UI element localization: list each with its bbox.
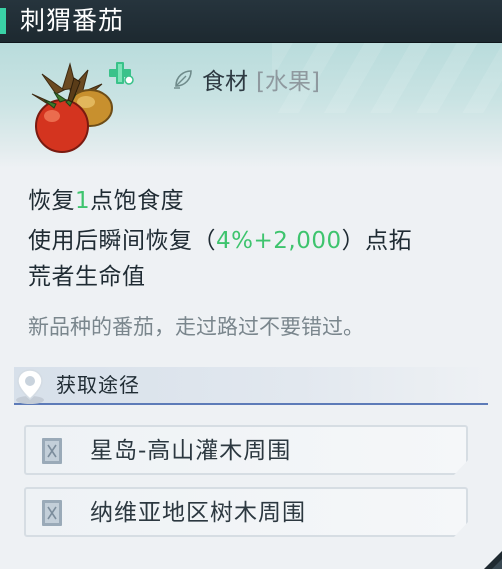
- source-location-1[interactable]: 星岛-高山灌木周围: [24, 425, 468, 475]
- flavor-text: 新品种的番茄，走过路过不要错过。: [28, 315, 364, 339]
- corner-decoration: [484, 551, 502, 569]
- effect-line-1: 恢复1点饱食度: [28, 184, 184, 218]
- source-bar-tail: [480, 403, 488, 405]
- effect-line-3: 荒者生命值: [28, 264, 146, 290]
- effect-1-suffix: 点饱食度: [90, 188, 185, 214]
- plus-icon: [109, 62, 134, 85]
- subcategory-label: [水果]: [256, 69, 320, 95]
- source-title: 获取途径: [56, 373, 140, 397]
- map-scroll-icon: [40, 498, 64, 528]
- category-label: 食材: [202, 69, 248, 95]
- title-bar: 刺猬番茄: [0, 0, 502, 43]
- effect-1-value: 1: [75, 188, 91, 214]
- location-pin-icon: [16, 369, 44, 404]
- item-name: 刺猬番茄: [20, 6, 125, 35]
- effect-2-suffix: ）点拓: [341, 228, 413, 254]
- source-location-2[interactable]: 纳维亚地区树木周围: [24, 487, 468, 537]
- leaf-icon: [174, 70, 192, 89]
- title-accent: [0, 8, 6, 34]
- effect-line-2: 使用后瞬间恢复（4%+2,000）点拓: [28, 224, 412, 258]
- item-detail-panel: 刺猬番茄 食材 [水果] 恢复1点饱食度 使用后瞬间恢复（4%+2,000）点拓…: [0, 0, 502, 569]
- effect-2-prefix: 使用后瞬间恢复（: [28, 228, 216, 254]
- source-location-label: 纳维亚地区树木周围: [90, 500, 306, 526]
- effect-2-value: 4%+2,000: [216, 228, 342, 254]
- map-scroll-icon: [40, 436, 64, 466]
- source-location-label: 星岛-高山灌木周围: [90, 438, 292, 464]
- item-category: 食材 [水果]: [172, 62, 320, 96]
- effect-1-prefix: 恢复: [28, 188, 75, 214]
